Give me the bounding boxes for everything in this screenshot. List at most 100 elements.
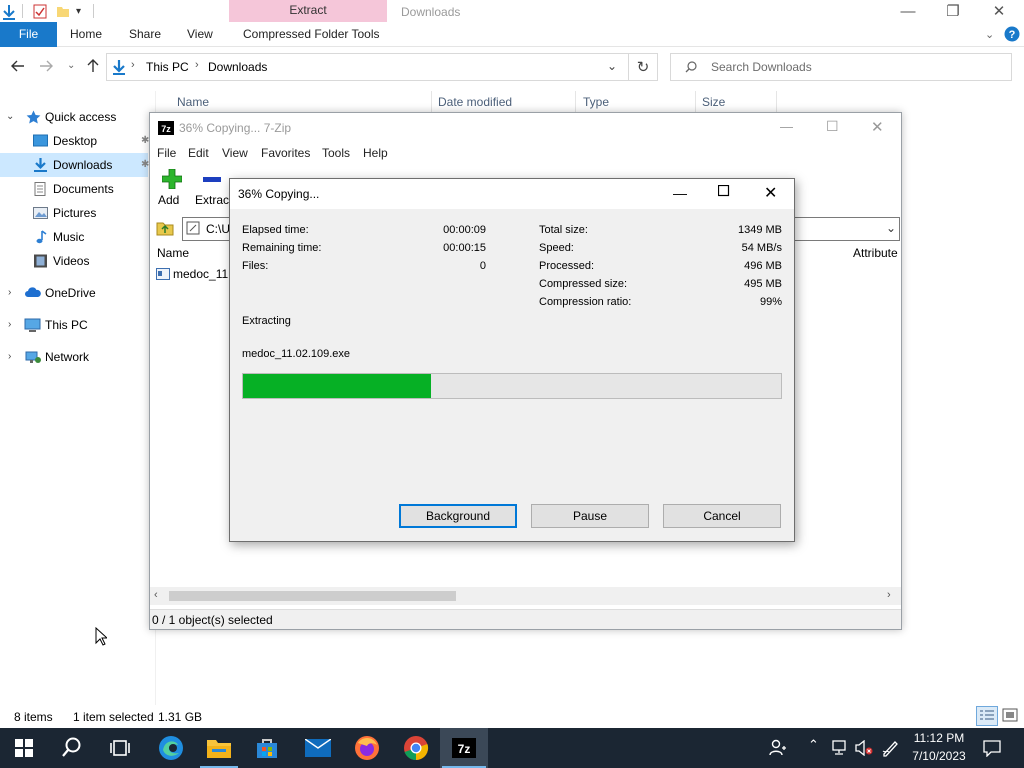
- expand-chevron-icon[interactable]: ›: [8, 313, 11, 337]
- expand-ribbon-icon[interactable]: ⌄: [985, 28, 994, 41]
- cancel-button[interactable]: Cancel: [663, 504, 781, 528]
- task-view-icon[interactable]: [96, 728, 144, 768]
- menu-edit[interactable]: Edit: [188, 146, 209, 160]
- desktop-icon: [33, 134, 48, 148]
- dialog-title-bar[interactable]: 36% Copying... — ✕: [230, 179, 794, 209]
- minimize-button[interactable]: —: [780, 119, 793, 134]
- address-bar[interactable]: › This PC › Downloads ⌄: [106, 53, 658, 81]
- close-button[interactable]: ✕: [976, 0, 1022, 22]
- column-divider[interactable]: [575, 91, 576, 113]
- column-divider[interactable]: [431, 91, 432, 113]
- 7zip-icon[interactable]: 7z: [440, 728, 488, 768]
- column-type[interactable]: Type: [583, 95, 609, 109]
- nav-network[interactable]: › Network: [0, 345, 148, 369]
- recent-locations-icon[interactable]: ⌄: [67, 60, 75, 71]
- menu-file[interactable]: File: [157, 146, 176, 160]
- breadcrumb-downloads[interactable]: Downloads: [208, 60, 267, 74]
- breadcrumb-this-pc[interactable]: This PC: [146, 60, 189, 74]
- folder-up-icon: [156, 222, 174, 236]
- show-hidden-icons-icon[interactable]: ⌃: [808, 737, 819, 753]
- expand-chevron-icon[interactable]: ›: [8, 345, 11, 369]
- 7zip-status-bar: 0 / 1 object(s) selected: [150, 609, 901, 629]
- pause-button[interactable]: Pause: [531, 504, 649, 528]
- maximize-button[interactable]: ☐: [826, 118, 839, 135]
- extract-context-tab[interactable]: Extract: [229, 0, 387, 22]
- horizontal-scrollbar[interactable]: ‹ ›: [150, 587, 901, 605]
- expand-chevron-icon[interactable]: ›: [8, 281, 11, 305]
- action-center-icon[interactable]: [983, 739, 1001, 757]
- tab-share[interactable]: Share: [129, 22, 161, 47]
- clock-date[interactable]: 7/10/2023: [906, 749, 972, 763]
- minimize-button[interactable]: —: [673, 185, 687, 201]
- menu-view[interactable]: View: [222, 146, 248, 160]
- nav-onedrive[interactable]: › OneDrive: [0, 281, 148, 305]
- maximize-button[interactable]: [718, 185, 730, 197]
- copy-progress-dialog[interactable]: 36% Copying... — ✕ Elapsed time: 00:00:0…: [229, 178, 795, 542]
- 7zip-title-bar[interactable]: 7z 36% Copying... 7-Zip — ☐ ✕: [150, 113, 901, 143]
- back-icon[interactable]: [11, 59, 25, 73]
- down-arrow-icon[interactable]: [2, 4, 16, 20]
- nav-downloads[interactable]: Downloads ✱: [0, 153, 149, 177]
- people-icon[interactable]: [769, 739, 787, 757]
- nav-this-pc[interactable]: › This PC: [0, 313, 148, 337]
- tab-view[interactable]: View: [187, 22, 213, 47]
- expand-chevron-icon[interactable]: ⌄: [6, 105, 14, 129]
- nav-quick-access[interactable]: ⌄ Quick access: [0, 105, 148, 129]
- 7zip-column-attributes[interactable]: Attribute: [853, 246, 898, 260]
- remaining-value: 00:00:15: [443, 242, 486, 254]
- clock-time[interactable]: 11:12 PM: [906, 731, 972, 745]
- path-dropdown-icon[interactable]: ⌄: [886, 221, 896, 235]
- store-icon[interactable]: [243, 728, 291, 768]
- forward-icon[interactable]: [39, 59, 53, 73]
- pen-workspace-icon[interactable]: [881, 739, 899, 757]
- menu-tools[interactable]: Tools: [322, 146, 350, 160]
- mail-icon[interactable]: [294, 728, 342, 768]
- nav-music[interactable]: Music: [0, 225, 148, 249]
- menu-favorites[interactable]: Favorites: [261, 146, 310, 160]
- parent-folder-button[interactable]: [156, 219, 176, 239]
- search-box[interactable]: Search Downloads: [670, 53, 1012, 81]
- close-button[interactable]: ✕: [871, 118, 884, 136]
- 7zip-column-name[interactable]: Name: [157, 246, 189, 260]
- column-size[interactable]: Size: [702, 95, 725, 109]
- downloads-icon: [33, 158, 48, 172]
- details-view-button[interactable]: [976, 706, 998, 726]
- up-icon[interactable]: [86, 59, 100, 73]
- new-folder-icon[interactable]: [56, 4, 70, 18]
- column-divider[interactable]: [776, 91, 777, 113]
- restore-button[interactable]: ❐: [930, 0, 976, 22]
- edge-icon[interactable]: [147, 728, 195, 768]
- tab-file[interactable]: File: [0, 22, 57, 47]
- scrollbar-thumb[interactable]: [169, 591, 456, 601]
- menu-help[interactable]: Help: [363, 146, 388, 160]
- chrome-icon[interactable]: [392, 728, 440, 768]
- file-explorer-icon[interactable]: [195, 728, 243, 768]
- column-name[interactable]: Name: [177, 95, 209, 109]
- column-divider[interactable]: [695, 91, 696, 113]
- background-button[interactable]: Background: [399, 504, 517, 528]
- start-icon[interactable]: [0, 728, 48, 768]
- scroll-left-icon[interactable]: ‹: [154, 589, 158, 601]
- search-icon[interactable]: [48, 728, 96, 768]
- minimize-button[interactable]: —: [885, 0, 931, 22]
- nav-documents[interactable]: Documents: [0, 177, 148, 201]
- help-icon[interactable]: ?: [1004, 26, 1020, 42]
- add-button[interactable]: Add: [158, 169, 190, 209]
- properties-icon[interactable]: [33, 4, 47, 19]
- refresh-button[interactable]: ↻: [628, 53, 658, 81]
- customize-qat-icon[interactable]: ▾: [76, 6, 81, 17]
- exe-file-icon: [156, 268, 170, 280]
- volume-muted-icon[interactable]: [855, 740, 873, 756]
- address-dropdown-icon[interactable]: ⌄: [607, 59, 617, 73]
- nav-desktop[interactable]: Desktop ✱: [0, 129, 149, 153]
- nav-pictures[interactable]: Pictures: [0, 201, 148, 225]
- firefox-icon[interactable]: [343, 728, 391, 768]
- tab-home[interactable]: Home: [70, 22, 102, 47]
- close-button[interactable]: ✕: [764, 183, 777, 203]
- network-status-icon[interactable]: [831, 740, 849, 756]
- scroll-right-icon[interactable]: ›: [887, 589, 891, 601]
- column-date-modified[interactable]: Date modified: [438, 95, 512, 109]
- large-icons-view-button[interactable]: [1002, 708, 1018, 722]
- nav-videos[interactable]: Videos: [0, 249, 148, 273]
- tab-compressed-folder-tools[interactable]: Compressed Folder Tools: [243, 22, 380, 47]
